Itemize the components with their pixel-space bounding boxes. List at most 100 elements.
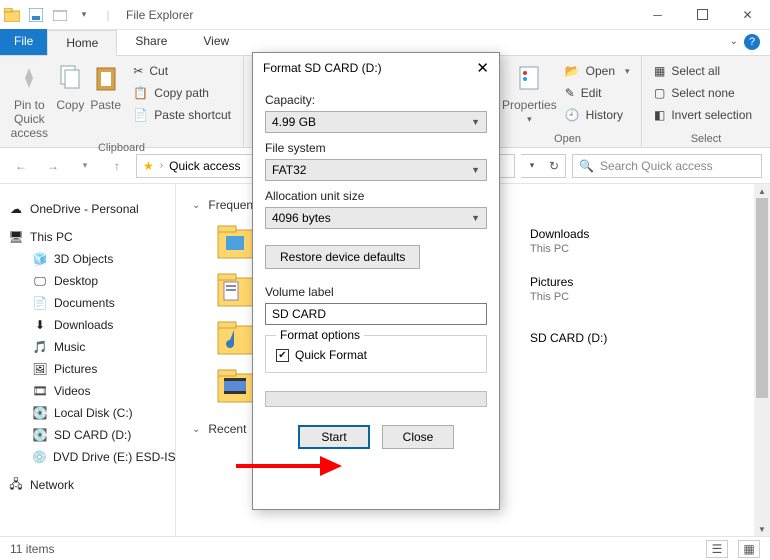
back-button[interactable]: ← [8, 153, 34, 179]
tree-dvd-e[interactable]: 💿DVD Drive (E:) ESD-IS [4, 446, 171, 468]
help-icon[interactable]: ? [744, 34, 760, 50]
copypath-icon: 📋 [133, 86, 148, 100]
history-button[interactable]: 🕘History [561, 104, 634, 126]
window-title: File Explorer [126, 8, 193, 22]
forward-button[interactable]: → [40, 153, 66, 179]
chevron-down-icon: ▼ [471, 165, 480, 175]
filesystem-select[interactable]: FAT32▼ [265, 159, 487, 181]
qat-newfolder-icon[interactable] [48, 4, 72, 26]
pictures-icon: 🖼 [32, 361, 48, 377]
close-dialog-button[interactable]: Close [382, 425, 454, 449]
tree-pictures[interactable]: 🖼Pictures [4, 358, 171, 380]
close-button[interactable]: ✕ [725, 0, 770, 30]
status-bar: 11 items ☰ ▦ [0, 536, 770, 560]
address-location: Quick access [169, 159, 240, 173]
allocation-label: Allocation unit size [265, 189, 487, 203]
invert-selection-button[interactable]: ◧Invert selection [650, 104, 756, 126]
tab-view[interactable]: View [185, 29, 247, 55]
tree-localdisk-c[interactable]: 💽Local Disk (C:) [4, 402, 171, 424]
tree-downloads[interactable]: ⬇Downloads [4, 314, 171, 336]
invert-icon: ◧ [654, 108, 665, 122]
filesystem-label: File system [265, 141, 487, 155]
tab-home[interactable]: Home [47, 30, 117, 56]
checkbox-checked-icon: ✔ [276, 349, 289, 362]
tree-videos[interactable]: 🎞Videos [4, 380, 171, 402]
recent-locations-button[interactable]: ▾ [72, 153, 98, 179]
format-dialog: Format SD CARD (D:) ✕ Capacity: 4.99 GB▼… [252, 52, 500, 510]
copy-button[interactable]: Copy [55, 60, 86, 112]
select-all-button[interactable]: ▦Select all [650, 60, 756, 82]
tab-file[interactable]: File [0, 29, 47, 55]
paste-button[interactable]: Paste [90, 60, 121, 112]
progress-bar [265, 391, 487, 407]
quick-format-checkbox[interactable]: ✔ Quick Format [276, 348, 476, 362]
view-icons-button[interactable]: ▦ [738, 540, 760, 558]
chevron-down-icon: ⌄ [192, 200, 200, 211]
start-button[interactable]: Start [298, 425, 370, 449]
edit-icon: ✎ [565, 86, 575, 100]
scroll-thumb[interactable] [756, 198, 768, 398]
maximize-button[interactable] [680, 0, 725, 30]
properties-button[interactable]: Properties ▾ [502, 60, 557, 125]
folder-pictures[interactable]: PicturesThis PC [530, 275, 573, 305]
chevron-right-icon: › [160, 160, 163, 171]
folder-sdcard[interactable]: SD CARD (D:) [530, 331, 607, 346]
address-dropdown-button[interactable]: ▾ [521, 155, 543, 177]
pin-quick-access-button[interactable]: Pin to Quick access [8, 60, 51, 140]
item-count: 11 items [10, 542, 54, 556]
refresh-button[interactable]: ↻ [543, 155, 565, 177]
tree-network[interactable]: 🖧Network [4, 474, 171, 496]
search-input[interactable]: 🔍 Search Quick access [572, 154, 762, 178]
tree-3dobjects[interactable]: 🧊3D Objects [4, 248, 171, 270]
view-details-button[interactable]: ☰ [706, 540, 728, 558]
disc-icon: 💿 [32, 449, 47, 465]
allocation-select[interactable]: 4096 bytes▼ [265, 207, 487, 229]
search-icon: 🔍 [579, 159, 594, 173]
paste-shortcut-button[interactable]: 📄Paste shortcut [129, 104, 235, 126]
vertical-scrollbar[interactable]: ▲ ▼ [754, 184, 770, 536]
open-button[interactable]: 📂Open▾ [561, 60, 634, 82]
qat-save-icon[interactable] [24, 4, 48, 26]
quickaccess-icon: ★ [143, 159, 154, 173]
folder-downloads[interactable]: DownloadsThis PC [530, 227, 589, 257]
scissors-icon: ✂ [133, 64, 143, 78]
minimize-button[interactable]: ─ [635, 0, 680, 30]
divider: | [96, 4, 120, 26]
tree-documents[interactable]: 📄Documents [4, 292, 171, 314]
volume-label-input[interactable]: SD CARD [265, 303, 487, 325]
chevron-down-icon: ⌄ [192, 424, 200, 435]
titlebar: ▾ | File Explorer ─ ✕ [0, 0, 770, 30]
scroll-down-icon[interactable]: ▼ [754, 522, 770, 536]
explorer-icon [0, 4, 24, 26]
restore-defaults-button[interactable]: Restore device defaults [265, 245, 420, 269]
format-options-group: Format options ✔ Quick Format [265, 335, 487, 373]
tree-sdcard-d[interactable]: 💽SD CARD (D:) [4, 424, 171, 446]
cloud-icon: ☁ [8, 201, 24, 217]
tree-desktop[interactable]: 🖵Desktop [4, 270, 171, 292]
videos-icon: 🎞 [32, 383, 48, 399]
ribbon-collapse-icon[interactable]: ⌄ [730, 36, 738, 47]
tab-share[interactable]: Share [117, 29, 185, 55]
capacity-label: Capacity: [265, 93, 487, 107]
cube-icon: 🧊 [32, 251, 48, 267]
capacity-select[interactable]: 4.99 GB▼ [265, 111, 487, 133]
downloads-icon: ⬇ [32, 317, 48, 333]
shortcut-icon: 📄 [133, 108, 148, 122]
edit-button[interactable]: ✎Edit [561, 82, 634, 104]
qat-dropdown-icon[interactable]: ▾ [72, 4, 96, 26]
history-icon: 🕘 [565, 108, 580, 122]
tree-onedrive[interactable]: ☁OneDrive - Personal [4, 198, 171, 220]
tree-thispc[interactable]: 🖥This PC [4, 226, 171, 248]
chevron-down-icon: ▼ [471, 117, 480, 127]
group-open: Open [502, 131, 633, 145]
scroll-up-icon[interactable]: ▲ [754, 184, 770, 198]
copy-path-button[interactable]: 📋Copy path [129, 82, 235, 104]
pc-icon: 🖥 [8, 229, 24, 245]
group-select: Select [650, 131, 762, 145]
drive-icon: 💽 [32, 427, 48, 443]
dialog-close-button[interactable]: ✕ [476, 59, 489, 77]
select-none-button[interactable]: ▢Select none [650, 82, 756, 104]
up-button[interactable]: ↑ [104, 153, 130, 179]
tree-music[interactable]: 🎵Music [4, 336, 171, 358]
cut-button[interactable]: ✂Cut [129, 60, 235, 82]
